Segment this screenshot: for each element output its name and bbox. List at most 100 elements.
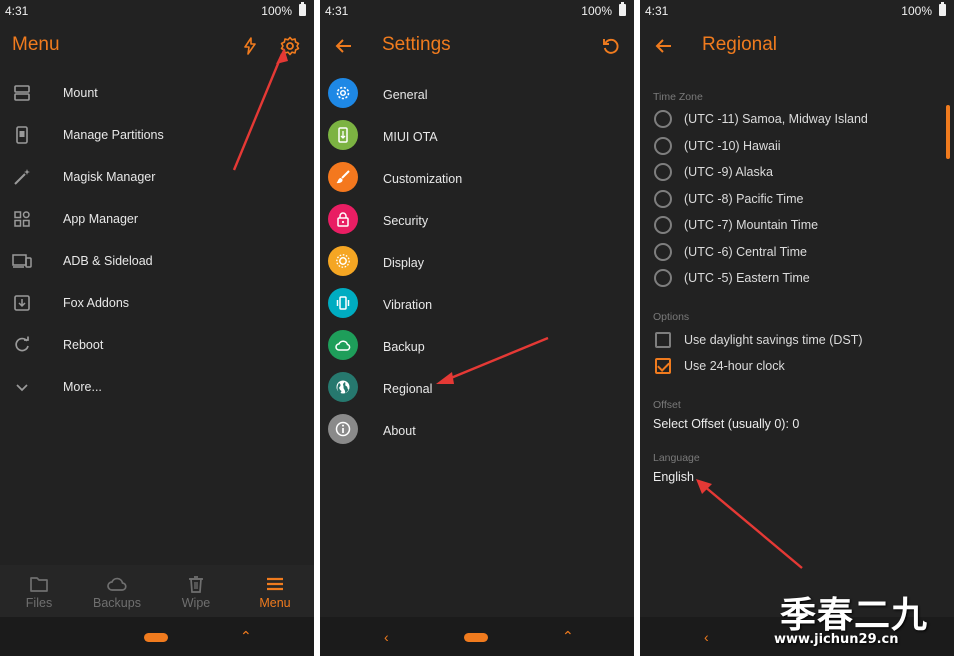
timezone-option[interactable]: (UTC -10) Hawaii	[640, 133, 954, 159]
timezone-option[interactable]: (UTC -9) Alaska	[640, 159, 954, 185]
settings-item-security[interactable]: Security	[320, 200, 634, 242]
radio-button[interactable]	[654, 163, 672, 181]
folder-icon	[30, 577, 48, 592]
back-arrow-icon[interactable]	[654, 36, 674, 56]
radio-button[interactable]	[654, 190, 672, 208]
settings-item-regional[interactable]: Regional	[320, 368, 634, 410]
settings-item-about[interactable]: About	[320, 410, 634, 452]
settings-item-customization[interactable]: Customization	[320, 158, 634, 200]
tab-files[interactable]: Files	[0, 565, 78, 617]
settings-item-backup[interactable]: Backup	[320, 326, 634, 368]
timezone-label: (UTC -10) Hawaii	[684, 139, 781, 153]
globe-icon	[328, 372, 358, 402]
timezone-label: (UTC -11) Samoa, Midway Island	[684, 112, 868, 126]
tab-label: Files	[25, 596, 53, 610]
timezone-label: (UTC -5) Eastern Time	[684, 271, 810, 285]
language-selector[interactable]: English	[653, 470, 694, 484]
menu-item-fox-addons[interactable]: Fox Addons	[0, 282, 314, 324]
offset-section-label: Offset	[653, 399, 681, 411]
home-pill[interactable]	[464, 633, 488, 642]
menu-screen: 4:31 100% Menu Mount Manage Partitions M…	[0, 0, 314, 656]
menu-item-label: Mount	[63, 86, 98, 100]
tab-menu[interactable]: Menu	[236, 565, 314, 617]
settings-item-vibration[interactable]: Vibration	[320, 284, 634, 326]
offset-selector[interactable]: Select Offset (usually 0): 0	[653, 417, 799, 431]
24-hour-checkbox[interactable]	[655, 358, 671, 374]
time-zone-section-label: Time Zone	[653, 91, 703, 103]
settings-screen: 4:31 100% Settings General MIUI OTA Cust…	[320, 0, 634, 656]
menu-item-reboot[interactable]: Reboot	[0, 324, 314, 366]
settings-item-label: Security	[383, 214, 429, 228]
settings-item-miui-ota[interactable]: MIUI OTA	[320, 116, 634, 158]
menu-item-label: ADB & Sideload	[63, 254, 153, 268]
vibration-icon	[328, 288, 358, 318]
scroll-indicator[interactable]	[946, 105, 950, 159]
brush-icon	[328, 162, 358, 192]
back-caret-icon[interactable]: ‹	[384, 629, 389, 645]
back-arrow-icon[interactable]	[334, 36, 354, 56]
settings-item-label: General	[383, 88, 428, 102]
trash-icon	[189, 576, 203, 593]
page-title: Settings	[382, 34, 451, 55]
reset-icon[interactable]	[601, 36, 621, 56]
tab-label: Wipe	[181, 596, 211, 610]
brightness-icon	[328, 246, 358, 276]
menu-item-magisk-manager[interactable]: Magisk Manager	[0, 156, 314, 198]
settings-item-display[interactable]: Display	[320, 242, 634, 284]
apps-grid-icon	[14, 211, 30, 227]
storage-icon	[14, 85, 30, 101]
menu-item-label: Fox Addons	[63, 296, 130, 310]
radio-button[interactable]	[654, 137, 672, 155]
recents-caret-icon[interactable]: ⌃	[240, 628, 252, 645]
timezone-option[interactable]: (UTC -5) Eastern Time	[640, 265, 954, 291]
radio-button[interactable]	[654, 216, 672, 234]
tab-label: Backups	[93, 596, 141, 610]
timezone-option[interactable]: (UTC -7) Mountain Time	[640, 212, 954, 238]
timezone-option[interactable]: (UTC -11) Samoa, Midway Island	[640, 106, 954, 132]
info-icon	[328, 414, 358, 444]
dst-option[interactable]: Use daylight savings time (DST)	[640, 327, 954, 353]
timezone-label: (UTC -6) Central Time	[684, 245, 807, 259]
radio-button[interactable]	[654, 243, 672, 261]
home-pill[interactable]	[144, 633, 168, 642]
menu-item-mount[interactable]: Mount	[0, 72, 314, 114]
hamburger-icon	[267, 577, 283, 591]
lock-icon	[328, 204, 358, 234]
radio-button[interactable]	[654, 110, 672, 128]
dst-checkbox[interactable]	[655, 332, 671, 348]
recents-caret-icon[interactable]: ⌃	[562, 628, 574, 645]
menu-item-manage-partitions[interactable]: Manage Partitions	[0, 114, 314, 156]
menu-item-adb-sideload[interactable]: ADB & Sideload	[0, 240, 314, 282]
settings-item-label: Backup	[383, 340, 425, 354]
24-hour-clock-option[interactable]: Use 24-hour clock	[640, 353, 954, 379]
settings-item-label: Regional	[383, 382, 433, 396]
settings-item-label: Customization	[383, 172, 463, 186]
timezone-option[interactable]: (UTC -8) Pacific Time	[640, 186, 954, 212]
settings-item-label: MIUI OTA	[383, 130, 438, 144]
battery-icon	[619, 2, 626, 16]
battery-percent: 100%	[581, 4, 612, 18]
magic-wand-icon	[14, 169, 30, 185]
cloud-icon	[107, 577, 127, 591]
menu-item-app-manager[interactable]: App Manager	[0, 198, 314, 240]
tab-label: Menu	[259, 596, 291, 610]
back-caret-icon[interactable]: ‹	[704, 629, 709, 645]
settings-item-general[interactable]: General	[320, 74, 634, 116]
timezone-option[interactable]: (UTC -6) Central Time	[640, 239, 954, 265]
menu-item-label: App Manager	[63, 212, 139, 226]
flash-icon[interactable]	[240, 36, 260, 56]
menu-item-more[interactable]: More...	[0, 366, 314, 408]
timezone-label: (UTC -7) Mountain Time	[684, 218, 819, 232]
menu-item-label: Manage Partitions	[63, 128, 164, 142]
status-time: 4:31	[5, 4, 29, 18]
tab-wipe[interactable]: Wipe	[157, 565, 235, 617]
radio-button[interactable]	[654, 269, 672, 287]
gear-icon[interactable]	[280, 36, 300, 56]
menu-item-label: Reboot	[63, 338, 104, 352]
addon-icon	[14, 295, 30, 311]
devices-icon	[12, 254, 32, 268]
tab-backups[interactable]: Backups	[78, 565, 156, 617]
status-bar: 4:31 100%	[0, 0, 314, 22]
chevron-down-icon	[16, 384, 28, 392]
gear-icon	[328, 78, 358, 108]
